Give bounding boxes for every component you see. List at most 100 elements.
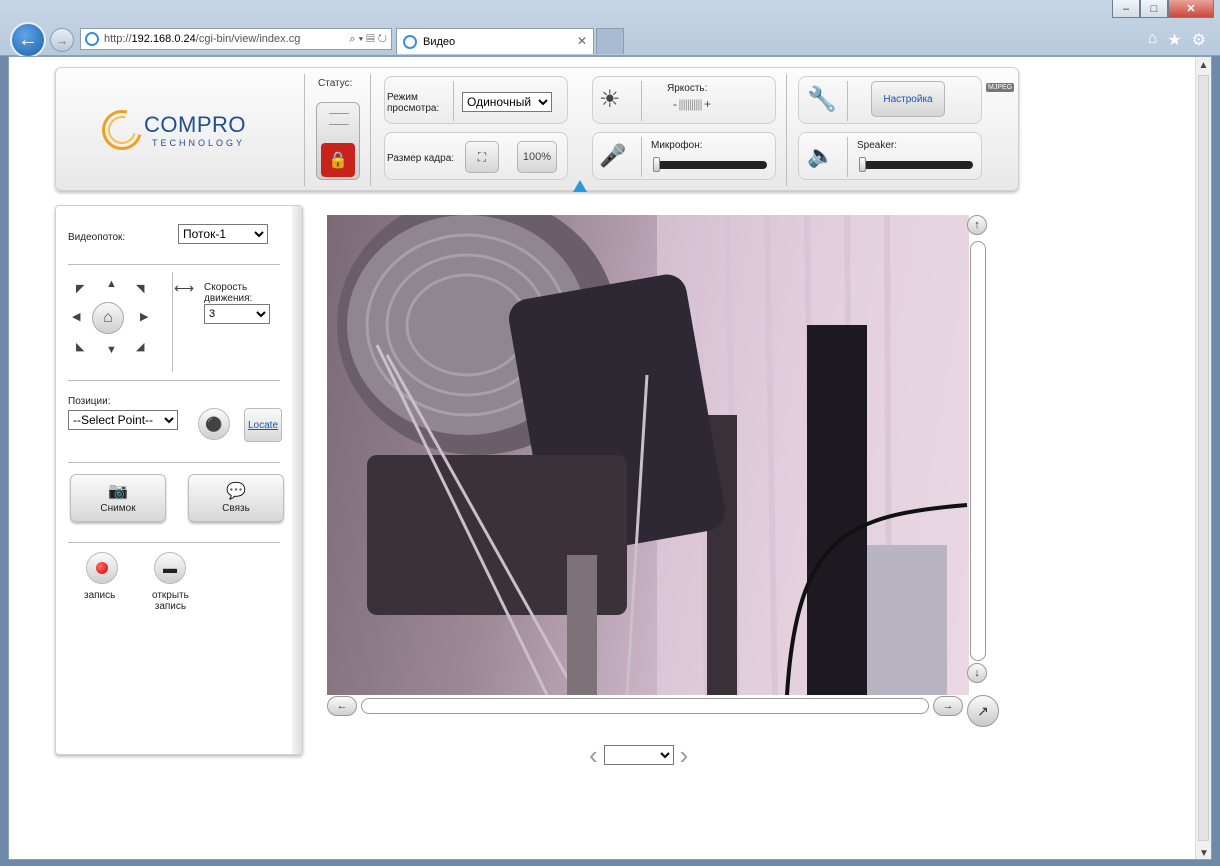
logo-sub: TECHNOLOGY — [152, 138, 246, 148]
close-tab-icon[interactable]: ✕ — [577, 34, 587, 48]
folder-icon: ▬ — [163, 560, 177, 576]
ptz-home-button[interactable]: ⌂ — [92, 302, 124, 334]
pan-right-arrow[interactable]: ▶ — [140, 310, 148, 323]
diagonal-arrow-icon: ↗ — [977, 702, 989, 719]
forward-button[interactable]: → — [50, 28, 74, 52]
camera-page: COMPRO TECHNOLOGY Статус: 🔒 Режим просмот… — [9, 57, 1197, 859]
forward-arrow-icon: → — [55, 32, 69, 48]
vertical-scroll-track[interactable] — [970, 241, 986, 661]
speaker-label: Speaker: — [857, 140, 898, 151]
speaker-slider[interactable] — [859, 157, 973, 172]
record-dot-icon — [96, 562, 108, 574]
status-label: Статус: — [318, 78, 353, 89]
sun-icon: ☀ — [599, 86, 621, 113]
tab-title: Видео — [423, 35, 456, 48]
horizontal-arrows-icon: ⟷ — [174, 280, 195, 296]
scroll-down-arrow[interactable]: ▼ — [1196, 845, 1211, 859]
compro-logo: COMPRO TECHNOLOGY — [94, 102, 252, 158]
close-window-button[interactable]: ✕ — [1168, 0, 1214, 18]
new-tab-button[interactable] — [596, 28, 624, 54]
divider — [304, 74, 305, 186]
view-mode-group: Режим просмотра: Одиночный — [384, 76, 568, 124]
pan-down-left-arrow[interactable]: ◣ — [76, 340, 84, 353]
zoom-100-button[interactable]: 100% — [517, 141, 557, 173]
microphone-slider[interactable] — [653, 157, 767, 172]
collapse-toolbar-arrow[interactable] — [573, 180, 587, 192]
pan-down-right-arrow[interactable]: ◢ — [136, 340, 144, 353]
settings-button[interactable]: Настройка — [871, 81, 945, 117]
previous-chevron-icon[interactable]: ‹ — [589, 742, 598, 768]
speaker-icon: 🔈 — [807, 143, 835, 168]
expand-icon: ⛶ — [477, 149, 487, 164]
video-vertical-scrollbar[interactable]: ↑ ↓ — [967, 215, 989, 693]
stream-pager: ‹ › — [589, 742, 689, 768]
speaker-group: 🔈 Speaker: — [798, 132, 982, 180]
pan-up-arrow[interactable]: ▲ — [106, 278, 117, 290]
page-select[interactable] — [603, 745, 674, 765]
page-vertical-scrollbar[interactable]: ▲ ▼ — [1195, 57, 1211, 859]
pan-up-right-arrow[interactable]: ◥ — [136, 282, 144, 295]
address-url: http://192.168.0.24/cgi-bin/view/index.c… — [104, 33, 301, 45]
video-horizontal-scrollbar[interactable]: ← → — [327, 695, 967, 717]
stream-label: Видеопоток: — [68, 232, 126, 243]
scroll-up-arrow[interactable]: ↑ — [967, 215, 987, 235]
open-record-label: открыть запись — [152, 590, 189, 612]
frame-size-label: Размер кадра: — [387, 153, 455, 164]
preset-button[interactable]: ⚫ — [198, 408, 230, 440]
video-frame — [337, 215, 969, 695]
stream-select[interactable]: Поток-1 — [178, 224, 268, 244]
fullscreen-button[interactable]: ⛶ — [465, 141, 499, 173]
divider — [370, 74, 371, 186]
tools-icon: 🔧 — [807, 86, 837, 113]
snapshot-button[interactable]: 📷 Снимок — [70, 474, 166, 522]
settings-gear-icon[interactable]: ⚙ — [1192, 30, 1206, 50]
control-panel: Видеопоток: Поток-1 ◤ ▲ ◥ ◀ ⌂ ▶ ◣ ▼ ◢ ⟷ … — [55, 205, 346, 755]
microphone-icon: 🎤 — [599, 143, 627, 168]
brightness-label: Яркость: — [667, 83, 708, 94]
next-chevron-icon[interactable]: › — [680, 742, 689, 768]
pan-left-arrow[interactable]: ◀ — [72, 310, 80, 323]
lock-icon: 🔒 — [321, 143, 355, 177]
menu-lines-icon — [329, 113, 349, 125]
address-tools[interactable]: ⌕ ▾ ▤ ↻ — [345, 33, 391, 46]
scroll-thumb[interactable] — [1198, 75, 1209, 841]
minimize-button[interactable]: – — [1112, 0, 1140, 18]
favorites-star-icon[interactable]: ★ — [1167, 30, 1181, 50]
slider-knob[interactable] — [859, 157, 866, 172]
horizontal-scroll-track[interactable] — [361, 698, 929, 714]
slider-knob[interactable] — [653, 157, 660, 172]
browser-chrome: – □ ✕ ← → http://192.168.0.24/cgi-bin/vi… — [0, 0, 1220, 58]
back-button[interactable]: ← — [10, 22, 46, 58]
frame-size-group: Размер кадра: ⛶ 100% — [384, 132, 568, 180]
record-button[interactable] — [86, 552, 118, 584]
search-icon: ⌕ — [349, 32, 356, 45]
brightness-control[interactable]: - ||||||||||| + — [673, 97, 711, 111]
home-icon[interactable]: ⌂ — [1148, 30, 1158, 50]
scroll-up-arrow[interactable]: ▲ — [1196, 57, 1211, 73]
locate-button[interactable]: Locate — [244, 408, 282, 442]
maximize-button[interactable]: □ — [1140, 0, 1168, 18]
logo-name: COMPRO — [144, 112, 246, 137]
brightness-group: ☀ Яркость: - ||||||||||| + — [592, 76, 776, 124]
open-record-button[interactable]: ▬ — [154, 552, 186, 584]
page-viewport: COMPRO TECHNOLOGY Статус: 🔒 Режим просмот… — [8, 56, 1212, 860]
camera-toolbar: COMPRO TECHNOLOGY Статус: 🔒 Режим просмот… — [55, 67, 1019, 192]
scroll-right-arrow[interactable]: → — [933, 696, 963, 716]
resize-button[interactable]: ↗ — [967, 695, 999, 727]
video-stream[interactable] — [327, 215, 969, 695]
scroll-left-arrow[interactable]: ← — [327, 696, 357, 716]
select-point-dropdown[interactable]: --Select Point-- — [68, 410, 178, 430]
talk-button[interactable]: 💬 Связь — [188, 474, 284, 522]
status-indicator[interactable]: 🔒 — [316, 102, 360, 180]
pan-down-arrow[interactable]: ▼ — [106, 344, 117, 356]
view-mode-label: Режим просмотра: — [387, 92, 440, 114]
compat-icon: ▤ — [366, 32, 375, 45]
address-bar[interactable]: http://192.168.0.24/cgi-bin/view/index.c… — [80, 28, 392, 50]
view-mode-select[interactable]: Одиночный — [462, 92, 552, 112]
ie-icon — [85, 32, 99, 46]
window-controls: – □ ✕ — [1112, 0, 1214, 18]
pan-up-left-arrow[interactable]: ◤ — [76, 282, 84, 295]
speed-select[interactable]: 3 — [204, 304, 270, 324]
browser-tab[interactable]: Видео ✕ — [396, 28, 594, 54]
scroll-down-arrow[interactable]: ↓ — [967, 663, 987, 683]
